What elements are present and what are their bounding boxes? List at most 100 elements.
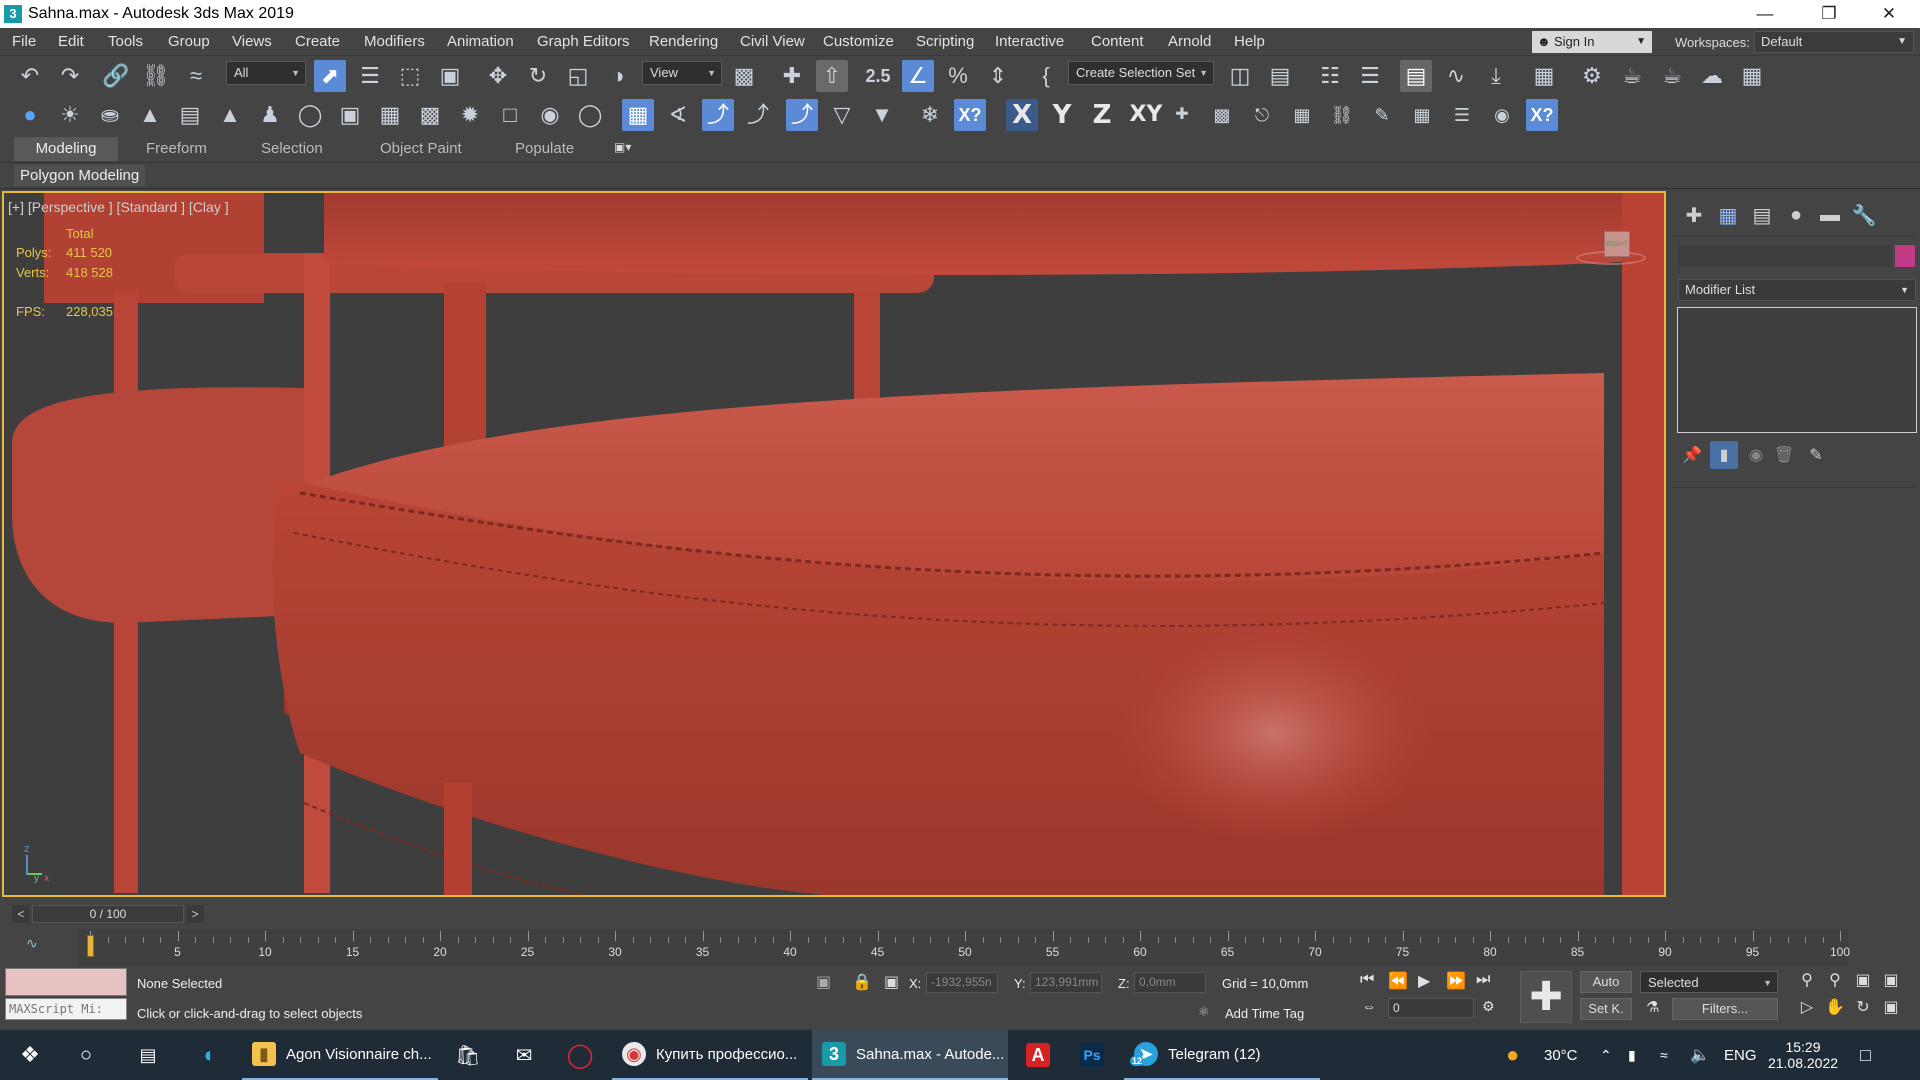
go-to-end-icon[interactable]: ⏭ — [1476, 971, 1490, 989]
menu-rendering[interactable]: Rendering — [649, 33, 718, 50]
hierarchy-tab-icon[interactable]: ▤ — [1748, 201, 1776, 229]
menu-interactive[interactable]: Interactive — [995, 33, 1064, 50]
zoom-icon[interactable]: ⚲ — [1796, 970, 1818, 992]
weather-icon[interactable]: ● — [1506, 1030, 1519, 1080]
restrict-y-axis-button[interactable]: Y — [1046, 99, 1078, 131]
transform-gizmo-icon[interactable]: ⎋ — [1246, 99, 1278, 131]
menu-customize[interactable]: Customize — [823, 33, 894, 50]
menu-content[interactable]: Content — [1091, 33, 1144, 50]
sphere-icon[interactable]: ◉ — [1486, 99, 1518, 131]
perspective-viewport[interactable]: [+] [Perspective ] [Standard ] [Clay ] T… — [2, 191, 1666, 897]
xform-toggle-icon[interactable]: X? — [1526, 99, 1558, 131]
menu-graph-editors[interactable]: Graph Editors — [537, 33, 630, 50]
menu-create[interactable]: Create — [295, 33, 340, 50]
render-frame-icon[interactable]: ▩ — [414, 99, 446, 131]
set-key-big-button[interactable]: ✚ — [1520, 971, 1572, 1023]
rendered-frame-window-icon[interactable]: ☕ — [1616, 60, 1648, 92]
environment-icon[interactable]: ▣ — [334, 99, 366, 131]
window-crossing-icon[interactable]: ▣ — [434, 60, 466, 92]
workspace-dropdown[interactable]: Default ▼ — [1754, 31, 1914, 53]
select-object-icon[interactable]: ⬈ — [314, 60, 346, 92]
menu-edit[interactable]: Edit — [58, 33, 84, 50]
make-unique-icon[interactable]: ◉ — [1742, 441, 1770, 469]
motion-tab-icon[interactable]: ● — [1782, 201, 1810, 229]
snap-vertex-icon[interactable]: ∢ — [662, 99, 694, 131]
curve-editor-toggle-icon[interactable]: ∿ — [26, 935, 38, 952]
menu-animation[interactable]: Animation — [447, 33, 514, 50]
x-snap-toggle-icon[interactable]: X? — [954, 99, 986, 131]
utilities-tab-icon[interactable]: 🔧 — [1850, 201, 1878, 229]
spinner-snap-icon[interactable]: ⇕ — [982, 60, 1014, 92]
restrict-z-axis-button[interactable]: Z — [1086, 99, 1118, 131]
menu-scripting[interactable]: Scripting — [916, 33, 974, 50]
book-icon[interactable]: ▤ — [174, 99, 206, 131]
named-selection-set-dropdown[interactable]: Create Selection Set ▼ — [1068, 61, 1214, 85]
menu-group[interactable]: Group — [168, 33, 210, 50]
weather-temp[interactable]: 30°C — [1544, 1030, 1578, 1080]
isolate-selection-icon[interactable]: ▣ — [816, 972, 831, 992]
go-to-start-icon[interactable]: ⏮ — [1360, 971, 1374, 989]
time-configuration-icon[interactable]: ⚙ — [1482, 998, 1495, 1015]
link-icon[interactable]: 🔗 — [100, 60, 132, 92]
store-icon[interactable]: 🛍 — [448, 1030, 488, 1080]
object-name-field[interactable] — [1678, 245, 1892, 267]
selection-filter-dropdown[interactable]: All ▼ — [226, 61, 306, 85]
select-manipulate-icon[interactable]: ✚ — [776, 60, 808, 92]
unlink-icon[interactable]: ⛓ — [140, 60, 172, 92]
viewport-label[interactable]: [+] [Perspective ] [Standard ] [Clay ] — [8, 199, 229, 215]
taskbar-app-chrome[interactable]: ◉ Купить профессио... — [612, 1030, 808, 1080]
rectangular-selection-icon[interactable]: ⬚ — [394, 60, 426, 92]
create-tab-icon[interactable]: ✚ — [1680, 201, 1708, 229]
tab-object-paint[interactable]: Object Paint — [380, 140, 462, 157]
menu-help[interactable]: Help — [1234, 33, 1265, 50]
render-production-icon[interactable]: ☕ — [1656, 60, 1688, 92]
redo-icon[interactable]: ↷ — [54, 60, 86, 92]
tab-selection[interactable]: Selection — [261, 140, 323, 157]
toggle-ribbon-icon[interactable]: ▤ — [1400, 60, 1432, 92]
windows-start-icon[interactable]: ❖ — [12, 1030, 48, 1080]
battery-icon[interactable]: ▮ — [1628, 1030, 1636, 1080]
figure-icon[interactable]: ♟ — [254, 99, 286, 131]
snap-pivot-icon[interactable]: ▼ — [866, 99, 898, 131]
scale-icon[interactable]: ◱ — [562, 60, 594, 92]
snap-edge-icon[interactable]: ⤴ — [786, 99, 818, 131]
menu-modifiers[interactable]: Modifiers — [364, 33, 425, 50]
field-of-view-icon[interactable]: ▷ — [1796, 997, 1818, 1019]
render-setup-icon[interactable]: ⚙ — [1576, 60, 1608, 92]
curve-editor-icon[interactable]: ∿ — [1440, 60, 1472, 92]
snap-midpoint-icon[interactable]: ⤴ — [742, 99, 774, 131]
edit-poly-icon[interactable]: ▩ — [1206, 99, 1238, 131]
restrict-x-axis-button[interactable]: X — [1006, 99, 1038, 131]
zoom-all-icon[interactable]: ⚲ — [1824, 970, 1846, 992]
maximize-viewport-icon[interactable]: ▣ — [1880, 997, 1902, 1019]
display-tab-icon[interactable]: ▬ — [1816, 201, 1844, 229]
absolute-mode-icon[interactable]: ▣ — [884, 972, 899, 992]
taskbar-app-telegram[interactable]: ➤ 12 Telegram (12) — [1124, 1030, 1320, 1080]
foliage-icon[interactable]: ▲ — [214, 99, 246, 131]
configure-modifier-sets-icon[interactable]: ✎ — [1802, 441, 1830, 469]
key-filter-dropdown[interactable]: Selected ▼ — [1640, 971, 1778, 993]
lightbulb-icon[interactable]: ◯ — [574, 99, 606, 131]
menu-tools[interactable]: Tools — [108, 33, 143, 50]
torus-icon[interactable]: ◯ — [294, 99, 326, 131]
sun-icon[interactable]: ☀ — [54, 99, 86, 131]
percent-snap-icon[interactable]: % — [942, 60, 974, 92]
track-bar-ruler[interactable]: 0510152025303540455055606570758085909510… — [78, 929, 1850, 965]
tab-freeform[interactable]: Freeform — [146, 140, 207, 157]
selection-lock-icon[interactable]: 🔒 — [852, 972, 872, 992]
modifier-stack[interactable] — [1677, 307, 1917, 433]
time-slider-thumb[interactable]: 0 / 100 — [32, 905, 184, 923]
show-end-result-icon[interactable]: ▮ — [1710, 441, 1738, 469]
a360-gallery-icon[interactable]: ▦ — [1736, 60, 1768, 92]
language-indicator[interactable]: ENG — [1724, 1030, 1757, 1080]
pin-stack-icon[interactable]: 📌 — [1678, 441, 1706, 469]
edit-named-selection-icon[interactable]: { — [1030, 60, 1062, 92]
task-view-icon[interactable]: ▤ — [130, 1030, 166, 1080]
search-icon[interactable]: ○ — [68, 1030, 104, 1080]
show-hidden-icons-icon[interactable]: ⌃ — [1600, 1030, 1612, 1080]
auto-key-button[interactable]: Auto — [1580, 971, 1632, 993]
scene-explorer-icon[interactable]: ☷ — [1314, 60, 1346, 92]
pot-icon[interactable]: ⛓ — [1326, 99, 1358, 131]
layer-explorer-icon[interactable]: ☰ — [1354, 60, 1386, 92]
acrobat-icon[interactable]: A — [1018, 1030, 1058, 1080]
